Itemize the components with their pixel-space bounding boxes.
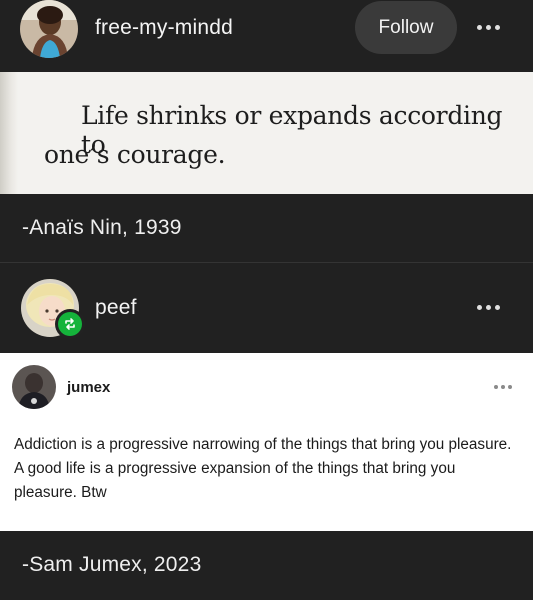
post-caption: -Sam Jumex, 2023 [22,553,202,576]
more-dots-icon[interactable] [477,25,500,30]
post-author-name[interactable]: free-my-mindd [95,16,233,40]
embedded-author-avatar[interactable] [12,365,56,409]
post-caption: -Anaïs Nin, 1939 [22,216,182,239]
post-divider [0,262,533,263]
more-dots-icon[interactable] [494,385,512,389]
post-author-name[interactable]: peef [95,296,137,320]
reblogged-post-card: jumex Addiction is a progressive narrowi… [0,353,533,531]
reblog-badge [55,309,85,339]
author-avatar-free-my-mindd[interactable] [20,0,78,58]
quote-image: Life shrinks or expands according to one… [0,72,533,194]
page-edge-decoration [0,72,18,194]
avatar [20,0,78,58]
embedded-author-name[interactable]: jumex [67,379,110,396]
follow-button[interactable]: Follow [355,1,457,54]
quote-line-2: one’s courage. [44,140,226,169]
embedded-post-text: Addiction is a progressive narrowing of … [14,436,512,501]
reblog-icon [58,312,82,336]
more-dots-icon[interactable] [477,305,500,310]
